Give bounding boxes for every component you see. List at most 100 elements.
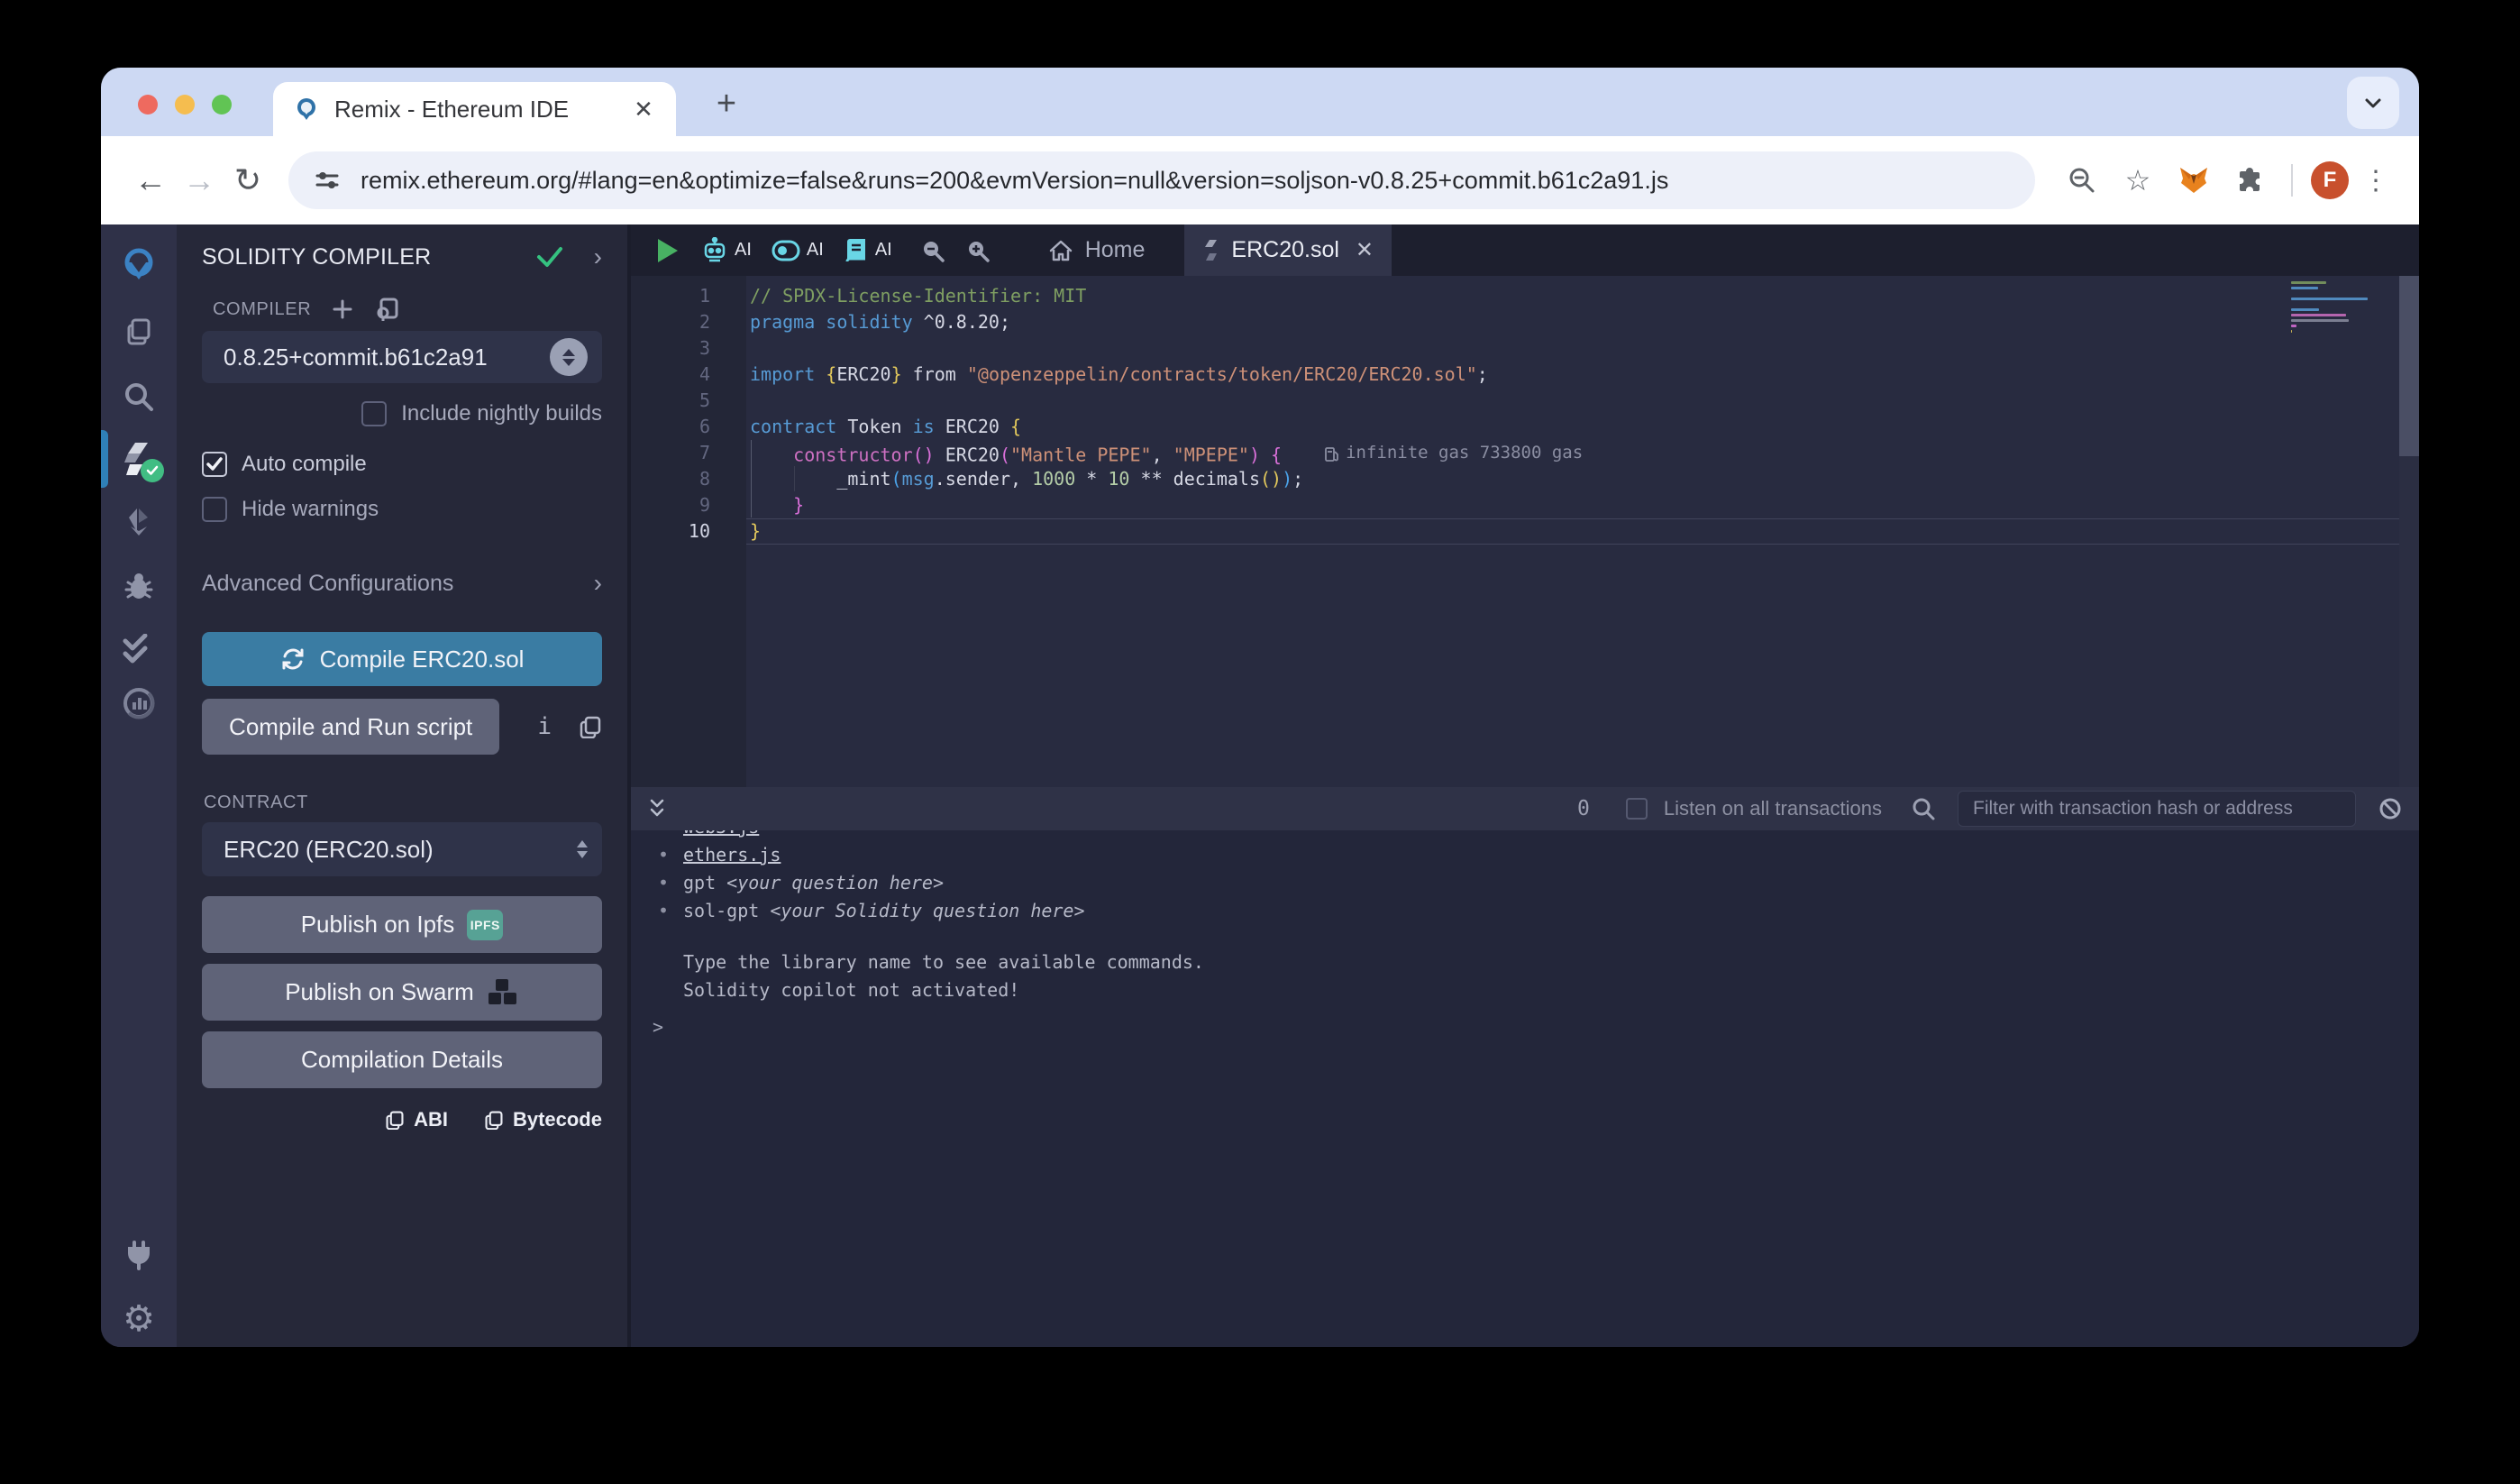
ipfs-icon: IPFS [467, 910, 503, 940]
fullscreen-window-button[interactable] [212, 95, 232, 115]
code-line[interactable]: 7 constructor() ERC20("Mantle PEPE", "MP… [631, 440, 2419, 466]
hide-warnings-checkbox[interactable] [202, 497, 227, 522]
compilation-details-button[interactable]: Compilation Details [202, 1031, 602, 1088]
code-line[interactable]: 6contract Token is ERC20 { [631, 414, 2419, 440]
auto-compile-label: Auto compile [242, 452, 367, 477]
code-line-content[interactable]: // SPDX-License-Identifier: MIT [746, 283, 2419, 309]
editor-scrollbar-thumb[interactable] [2399, 276, 2419, 456]
panel-chevron-icon[interactable]: › [594, 243, 602, 271]
terminal-search-icon[interactable] [1911, 796, 1936, 821]
extensions-puzzle-icon[interactable] [2226, 157, 2273, 204]
tab-close-icon[interactable]: ✕ [627, 93, 660, 125]
new-tab-button[interactable]: + [707, 84, 746, 124]
code-line[interactable]: 1// SPDX-License-Identifier: MIT [631, 283, 2419, 309]
settings-gear-icon[interactable]: ⚙ [101, 1290, 177, 1347]
code-line-content[interactable]: import {ERC20} from "@openzeppelin/contr… [746, 362, 2419, 388]
code-line-content[interactable]: contract Token is ERC20 { [746, 414, 2419, 440]
bookmark-star-icon[interactable]: ☆ [2114, 157, 2161, 204]
metamask-extension-icon[interactable] [2170, 157, 2217, 204]
compile-and-run-button[interactable]: Compile and Run script [202, 699, 499, 755]
compile-run-row: Compile and Run script i [202, 699, 602, 755]
terminal-prompt[interactable]: > [653, 1013, 2419, 1041]
reload-button[interactable]: ↻ [224, 156, 272, 205]
browser-tab[interactable]: Remix - Ethereum IDE ✕ [273, 82, 676, 136]
minimize-window-button[interactable] [175, 95, 195, 115]
back-button[interactable]: ← [126, 156, 175, 205]
nightly-builds-checkbox[interactable] [361, 401, 387, 426]
listen-transactions-label: Listen on all transactions [1664, 797, 1882, 820]
code-line[interactable]: 4import {ERC20} from "@openzeppelin/cont… [631, 362, 2419, 388]
clear-terminal-icon[interactable] [2378, 796, 2403, 821]
panel-header: SOLIDITY COMPILER › [202, 237, 602, 277]
remix-logo-icon[interactable] [101, 237, 177, 295]
info-icon[interactable]: i [537, 713, 552, 740]
code-line[interactable]: 8 _mint(msg.sender, 1000 * 10 ** decimal… [631, 466, 2419, 492]
code-line-content[interactable]: } [746, 492, 2419, 518]
close-window-button[interactable] [138, 95, 158, 115]
code-line-content[interactable]: _mint(msg.sender, 1000 * 10 ** decimals(… [746, 466, 2419, 492]
editor-scrollbar-track[interactable] [2399, 276, 2419, 787]
custom-compiler-icon[interactable] [374, 297, 399, 322]
code-line[interactable]: 2pragma solidity ^0.8.20; [631, 309, 2419, 335]
code-line[interactable]: 10} [631, 518, 2419, 545]
terminal-output[interactable]: •web3.js•ethers.js•gpt <your question he… [631, 830, 2419, 1347]
home-tab[interactable]: Home [1031, 224, 1162, 276]
ai-vision-group[interactable]: AI [772, 239, 824, 262]
advanced-configurations-row[interactable]: Advanced Configurations › [202, 569, 602, 598]
zoom-in-icon[interactable] [964, 237, 991, 264]
code-line-content[interactable] [746, 388, 2419, 414]
solidity-compiler-icon[interactable] [101, 430, 177, 488]
ai-label: AI [807, 240, 824, 261]
code-line[interactable]: 3 [631, 335, 2419, 362]
search-plugin-icon[interactable] [101, 368, 177, 426]
compiler-version-select[interactable]: 0.8.25+commit.b61c2a91 [202, 331, 602, 383]
terminal-collapse-icon[interactable] [647, 797, 667, 820]
code-line[interactable]: 9 } [631, 492, 2419, 518]
browser-menu-icon[interactable]: ⋮ [2358, 165, 2394, 197]
analytics-plugin-icon[interactable] [101, 674, 177, 732]
publish-swarm-button[interactable]: Publish on Swarm [202, 964, 602, 1021]
ai-docs-group[interactable]: AI [844, 237, 892, 264]
ai-robot-group[interactable]: AI [701, 237, 752, 264]
transaction-filter-input[interactable] [1958, 791, 2356, 827]
code-editor[interactable]: 1// SPDX-License-Identifier: MIT2pragma … [631, 276, 2419, 787]
zoom-out-icon[interactable] [919, 237, 946, 264]
file-tab-close-icon[interactable]: ✕ [1356, 237, 1374, 263]
code-line-content[interactable] [746, 335, 2419, 362]
code-line-content[interactable]: constructor() ERC20("Mantle PEPE", "MPEP… [746, 440, 2419, 466]
copy-abi-button[interactable]: ABI [385, 1108, 448, 1131]
minimap-line [2291, 303, 2374, 306]
address-bar[interactable]: remix.ethereum.org/#lang=en&optimize=fal… [288, 151, 2035, 209]
file-tab-erc20[interactable]: ERC20.sol ✕ [1184, 224, 1392, 276]
terminal-link[interactable]: ethers.js [683, 841, 781, 869]
run-script-play-button[interactable] [658, 239, 678, 262]
contract-select[interactable]: ERC20 (ERC20.sol) [202, 822, 602, 876]
tab-search-button[interactable] [2347, 77, 2399, 129]
code-line[interactable]: 5 [631, 388, 2419, 414]
file-explorer-icon[interactable] [101, 303, 177, 361]
copy-icon[interactable] [579, 715, 602, 738]
toolbar-divider [2291, 164, 2293, 197]
copy-bytecode-button[interactable]: Bytecode [484, 1108, 602, 1131]
code-line-content[interactable]: pragma solidity ^0.8.20; [746, 309, 2419, 335]
plugin-manager-icon[interactable] [101, 1226, 177, 1284]
line-number: 3 [631, 335, 746, 362]
zoom-indicator-icon[interactable] [2059, 157, 2105, 204]
terminal-link[interactable]: web3.js [683, 830, 759, 841]
unit-testing-icon[interactable] [101, 620, 177, 678]
profile-avatar[interactable]: F [2311, 161, 2349, 199]
deploy-run-icon[interactable] [101, 493, 177, 551]
line-number: 1 [631, 283, 746, 309]
site-settings-icon[interactable] [312, 165, 342, 196]
compile-button[interactable]: Compile ERC20.sol [202, 632, 602, 686]
minimap-line [2291, 292, 2374, 295]
add-compiler-icon[interactable] [331, 298, 354, 321]
listen-transactions-checkbox[interactable] [1626, 798, 1648, 820]
compilation-details-label: Compilation Details [301, 1046, 503, 1074]
code-line-content[interactable]: } [746, 518, 2419, 545]
debugger-icon[interactable] [101, 557, 177, 615]
minimap[interactable] [2291, 281, 2374, 335]
auto-compile-checkbox[interactable] [202, 452, 227, 477]
forward-button[interactable]: → [175, 156, 224, 205]
publish-ipfs-button[interactable]: Publish on Ipfs IPFS [202, 896, 602, 953]
